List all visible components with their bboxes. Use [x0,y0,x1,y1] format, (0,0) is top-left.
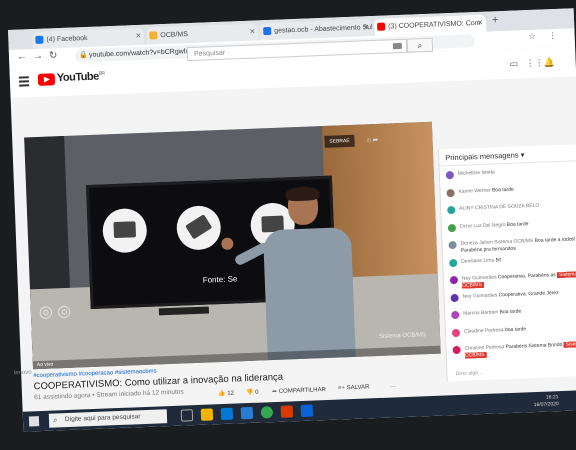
play-overlay-icon[interactable]: ◎ ◎ [38,301,72,322]
menu-dots-icon[interactable]: ⋮ [548,31,556,40]
screen-caption: Fonte: Se [202,274,238,285]
dislike-button[interactable]: 👎 0 [246,389,259,396]
chat-author[interactable]: Karine Werner [458,187,490,194]
chat-text: boa tarde [504,325,527,333]
chat-message: Marcos Barbieri Boa tarde [451,306,576,320]
windows-start-icon[interactable] [28,416,40,427]
chat-author[interactable]: Christine Pedrosa [464,344,504,352]
like-button[interactable]: 👍 12 [218,390,234,398]
lenovo-app-icon[interactable] [240,406,254,420]
back-icon[interactable]: ← [17,51,27,62]
avatar[interactable] [451,310,460,320]
chat-message: Karine Werner Boa tarde [446,183,576,197]
chat-text: Cooperativa. Parabéns as [497,272,556,281]
store-icon[interactable] [220,407,234,421]
youtube-logo-icon[interactable] [37,73,56,86]
hamburger-menu-icon[interactable] [18,76,30,88]
close-icon[interactable]: ✕ [249,24,256,41]
new-tab-button[interactable]: + [492,14,499,26]
chat-author[interactable]: Octor Luz Del Negro [460,222,506,230]
chat-author[interactable]: Michelline Ishida [458,169,495,176]
playlist-add-icon: ≡+ [337,385,346,392]
reload-icon[interactable]: ↻ [49,50,58,61]
chat-author[interactable]: Ney Guimarães [462,274,497,281]
chat-text: Boa tarde [506,220,529,228]
search-button[interactable]: ⌕ [406,37,434,53]
chat-message: Deneza Jahen Sistema OCB/MS Boa tarde a … [448,236,576,253]
ocb-icon [149,31,158,40]
chat-author[interactable]: Claudine Pedrosa [464,327,504,335]
chat-author[interactable]: Ney Guimarães [462,292,497,299]
youtube-icon [376,22,386,31]
file-explorer-icon[interactable] [200,408,214,421]
more-icon[interactable]: ⋯ [390,383,396,390]
chat-message: Ney Guimarães Cooperativa. Grande Jerez [450,288,576,302]
search-icon: ⌕ [417,41,423,51]
chat-text: Cooperativa. Grande Jerez [498,289,559,298]
close-icon[interactable]: ✕ [363,19,370,36]
forward-icon[interactable]: → [33,51,43,62]
video-player[interactable]: Fonte: Se SEBRAE ⏲ ➦ ◎ ◎ Sistema OCB/MS … [24,121,441,370]
chat-header[interactable]: Principais mensagens ▾ [445,150,525,162]
chat-text: Boa tarde [499,308,522,316]
avatar[interactable] [448,240,457,250]
product-image [175,204,222,251]
avatar[interactable] [445,170,455,180]
create-video-icon[interactable]: ▭ [509,58,518,69]
chat-input[interactable]: Dizer algo... [455,370,482,377]
chat-message: Deniliane Lima 50 [449,253,576,267]
chat-message: Christine Pedrosa Parabéns Sistema Brind… [452,341,576,359]
avatar[interactable] [447,223,457,232]
chat-text: Boa tarde [491,186,514,194]
edge-icon[interactable] [300,404,314,418]
youtube-logo-text[interactable]: YouTubeBR [57,70,105,85]
laptop-brand-text: lenovo [13,369,32,377]
chrome-icon[interactable] [260,406,274,419]
chat-message: Ney Guimarães Cooperativa. Parabéns as S… [449,271,576,289]
live-chat-panel: Principais mensagens ▾ Michelline Ishida… [437,143,576,382]
notifications-icon[interactable]: 🔔 [543,57,555,68]
video-top-icons[interactable]: ⏲ ➦ [366,138,378,145]
system-tray-clock[interactable]: 16:21 16/07/2020 [533,394,559,409]
close-icon[interactable]: ✕ [477,15,484,32]
chat-message: Octor Luz Del Negro Boa tarde [447,218,576,232]
chat-text: Parabéns Sistema Brindo [505,341,563,351]
share-button[interactable]: ➦ COMPARTILHAR [272,386,326,395]
avatar[interactable] [446,188,455,197]
facebook-icon [35,35,44,44]
avatar[interactable] [451,328,461,337]
office-icon[interactable] [280,405,294,418]
lock-icon: 🔒 [78,51,88,60]
close-icon[interactable]: ✕ [135,28,142,45]
monitor-screen: (4) Facebook ✕ OCB/MS ✕ gestao.ocb - Aba… [8,8,576,432]
chat-message: Claudine Pedrosa boa tarde [451,323,576,337]
avatar[interactable] [449,275,459,285]
avatar[interactable] [450,293,459,302]
taskbar-search-input[interactable]: Digite aqui para pesquisar [48,409,168,428]
gestao-icon [263,26,272,36]
chat-text: 50 [495,256,502,263]
avatar[interactable] [449,258,458,267]
product-image [101,207,148,254]
share-icon: ➦ [271,388,278,396]
chat-author[interactable]: ALINY CRISTINA DE SOUZA BELO [459,203,539,212]
chat-message: Michelline Ishida [445,166,576,180]
avatar[interactable] [452,345,461,355]
thumbs-down-icon: 👎 [246,389,254,397]
apps-grid-icon[interactable]: ⋮⋮ [525,57,543,69]
avatar[interactable] [447,205,456,215]
keyboard-icon[interactable] [392,42,403,50]
task-view-icon[interactable] [180,409,194,422]
video-mini-logo: SEBRAE [324,134,355,148]
star-icon[interactable]: ☆ [528,32,536,41]
thumbs-up-icon: 👍 [218,390,226,398]
presenter [221,186,357,361]
chat-author[interactable]: Deniliane Lima [461,257,494,264]
save-button[interactable]: ≡+ SALVAR [338,384,370,391]
chat-message: ALINY CRISTINA DE SOUZA BELO [447,201,576,215]
chat-author[interactable]: Marcos Barbieri [463,309,498,316]
